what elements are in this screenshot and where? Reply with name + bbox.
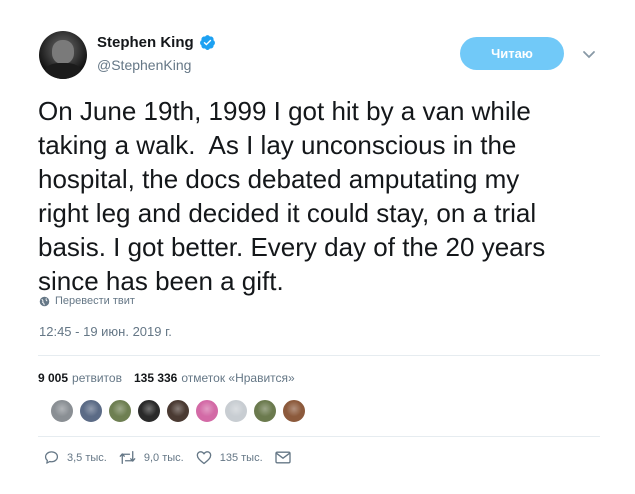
liker-avatar[interactable] bbox=[195, 399, 219, 423]
engagement-stats: 9 005 ретвитов 135 336 отметок «Нравится» bbox=[38, 371, 295, 385]
liker-avatar[interactable] bbox=[137, 399, 161, 423]
retweets-stat[interactable]: 9 005 ретвитов bbox=[38, 371, 122, 385]
tweet-timestamp[interactable]: 12:45 - 19 июн. 2019 г. bbox=[39, 324, 172, 339]
retweets-label: ретвитов bbox=[72, 371, 122, 385]
direct-message-button[interactable] bbox=[274, 451, 299, 464]
liker-avatar[interactable] bbox=[253, 399, 277, 423]
like-count: 135 тыс. bbox=[219, 451, 263, 464]
retweet-icon bbox=[119, 450, 136, 465]
author-avatar[interactable] bbox=[39, 31, 87, 79]
translate-tweet-link[interactable]: Перевести твит bbox=[39, 295, 135, 307]
retweet-button[interactable]: 9,0 тыс. bbox=[119, 450, 184, 465]
avatar-face bbox=[52, 40, 74, 64]
likers-avatar-row bbox=[50, 399, 311, 423]
likes-stat[interactable]: 135 336 отметок «Нравится» bbox=[134, 371, 295, 385]
like-button[interactable]: 135 тыс. bbox=[196, 450, 263, 465]
retweet-count: 9,0 тыс. bbox=[143, 451, 184, 464]
liker-avatar[interactable] bbox=[166, 399, 190, 423]
heart-icon bbox=[196, 451, 212, 465]
tweet-actions: 3,5 тыс. 9,0 тыс. 135 тыс. bbox=[44, 450, 311, 465]
verified-badge-icon bbox=[199, 34, 216, 51]
likes-count: 135 336 bbox=[133, 371, 178, 385]
likes-label: отметок «Нравится» bbox=[181, 371, 295, 385]
globe-icon bbox=[39, 296, 50, 306]
liker-avatar[interactable] bbox=[108, 399, 132, 423]
retweets-count: 9 005 bbox=[38, 371, 69, 385]
author-handle[interactable]: @StephenKing bbox=[97, 57, 191, 73]
liker-avatar[interactable] bbox=[50, 399, 74, 423]
reply-icon bbox=[44, 451, 59, 464]
liker-avatar[interactable] bbox=[224, 399, 248, 423]
divider bbox=[38, 355, 600, 356]
liker-avatar[interactable] bbox=[282, 399, 306, 423]
envelope-icon bbox=[274, 451, 291, 464]
following-button[interactable]: Читаю bbox=[460, 37, 564, 70]
avatar-shirt bbox=[45, 63, 81, 79]
translate-label: Перевести твит bbox=[55, 295, 135, 307]
chevron-down-icon[interactable] bbox=[582, 47, 596, 59]
reply-count: 3,5 тыс. bbox=[67, 451, 107, 464]
liker-avatar[interactable] bbox=[79, 399, 103, 423]
reply-button[interactable]: 3,5 тыс. bbox=[44, 450, 107, 465]
author-name[interactable]: Stephen King bbox=[97, 34, 194, 51]
author-name-row: Stephen King bbox=[97, 34, 216, 51]
tweet-text: On June 19th, 1999 I got hit by a van wh… bbox=[38, 96, 546, 296]
divider bbox=[38, 436, 600, 437]
